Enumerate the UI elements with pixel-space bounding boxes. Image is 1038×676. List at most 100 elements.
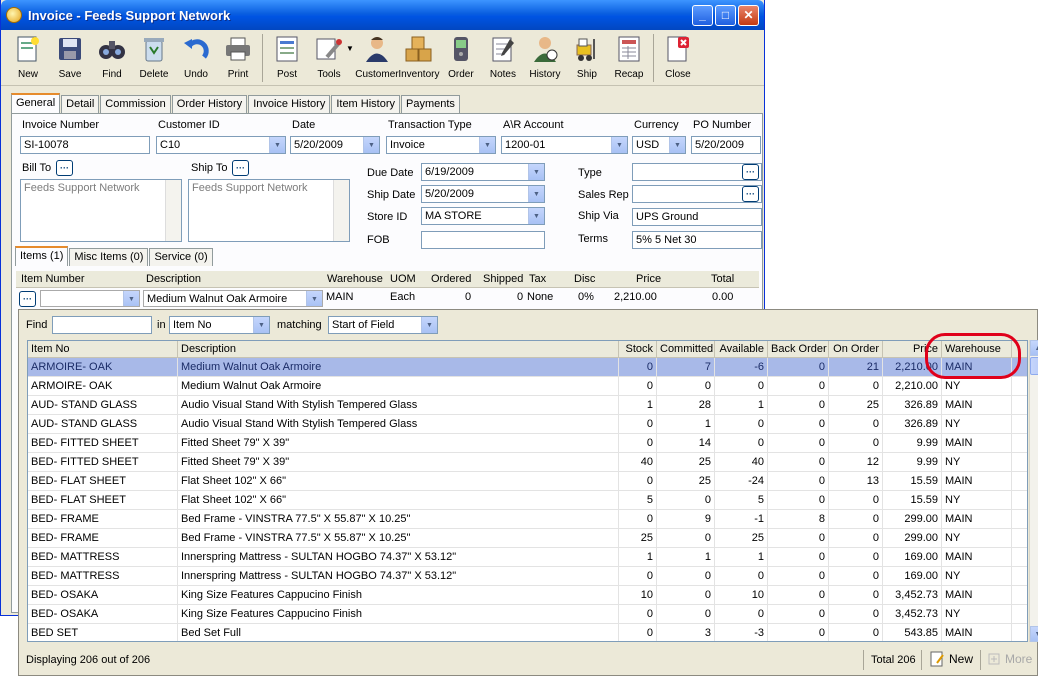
cell-available[interactable]: -6 [715,358,768,376]
cell-price[interactable]: 299.00 [883,510,942,528]
cell-available[interactable]: 0 [715,605,768,623]
cell-on-order[interactable]: 0 [829,567,883,585]
cell-price[interactable]: 543.85 [883,624,942,641]
cell-available[interactable]: -24 [715,472,768,490]
cell-available[interactable]: 10 [715,586,768,604]
po-number-field[interactable]: 5/20/2009 [691,136,761,154]
cell-stock[interactable]: 0 [619,434,657,452]
currency-combo[interactable]: USD ▼ [632,136,686,154]
item-description-combo[interactable]: Medium Walnut Oak Armoire ▼ [143,290,323,307]
chevron-down-icon[interactable]: ▼ [611,137,627,153]
cell-on-order[interactable]: 25 [829,396,883,414]
cell-stock[interactable]: 0 [619,567,657,585]
cell-back-order[interactable]: 0 [768,377,829,395]
cell-price[interactable]: 169.00 [883,567,942,585]
col-shipped[interactable]: Shipped [483,273,523,285]
items-table-row[interactable]: ··· ▼ Medium Walnut Oak Armoire ▼ MAIN Ea… [16,289,759,308]
cell-item-no[interactable]: BED- OSAKA [28,586,178,604]
cell-committed[interactable]: 28 [657,396,715,414]
cell-description[interactable]: Bed Set Full [178,624,619,641]
cell-stock[interactable]: 40 [619,453,657,471]
cell-back-order[interactable]: 0 [768,453,829,471]
chevron-down-icon[interactable]: ▼ [528,208,544,224]
due-date-combo[interactable]: 6/19/2009 ▼ [421,163,545,181]
cell-back-order[interactable]: 8 [768,510,829,528]
ar-account-combo[interactable]: 1200-01 ▼ [501,136,628,154]
cell-on-order[interactable]: 0 [829,548,883,566]
cell-stock[interactable]: 0 [619,358,657,376]
cell-item-no[interactable]: BED- FLAT SHEET [28,472,178,490]
cell-price[interactable]: 9.99 [883,453,942,471]
cell-on-order[interactable]: 0 [829,529,883,547]
history-button[interactable]: History [524,34,566,80]
fob-field[interactable] [421,231,545,249]
cell-available[interactable]: 25 [715,529,768,547]
tab-payments[interactable]: Payments [401,95,460,113]
tab-service[interactable]: Service (0) [149,248,213,266]
grid-col-item-no[interactable]: Item No [28,341,178,358]
cell-description[interactable]: King Size Features Cappucino Finish [178,586,619,604]
cell-committed[interactable]: 1 [657,548,715,566]
ship-via-field[interactable]: UPS Ground [632,208,762,226]
cell-available[interactable]: -1 [715,510,768,528]
scroll-up-icon[interactable]: ▲ [1030,340,1038,356]
type-lookup-button[interactable]: ··· [742,164,759,180]
cell-back-order[interactable]: 0 [768,567,829,585]
find-button[interactable]: Find [91,34,133,80]
order-button[interactable]: Order [440,34,482,80]
cell-stock[interactable]: 5 [619,491,657,509]
table-row[interactable]: BED- MATTRESS Innerspring Mattress - SULT… [28,548,1027,567]
cell-back-order[interactable]: 0 [768,396,829,414]
item-number-combo[interactable]: ▼ [40,290,140,307]
cell-on-order[interactable]: 0 [829,434,883,452]
cell-committed[interactable]: 0 [657,377,715,395]
cell-back-order[interactable]: 0 [768,605,829,623]
post-button[interactable]: Post [266,34,308,80]
ship-button[interactable]: Ship [566,34,608,80]
table-row[interactable]: BED SET Bed Set Full 0 3 -3 0 0 543.85 MAIN [28,624,1027,641]
cell-price[interactable]: 15.59 [883,491,942,509]
cell-description[interactable]: Innerspring Mattress - SULTAN HOGBO 74.3… [178,567,619,585]
search-field-combo[interactable]: Item No ▼ [169,316,270,334]
cell-on-order[interactable]: 0 [829,624,883,641]
cell-on-order[interactable]: 0 [829,510,883,528]
bill-to-scrollbar[interactable] [165,180,181,241]
cell-back-order[interactable]: 0 [768,472,829,490]
cell-back-order[interactable]: 0 [768,529,829,547]
cell-description[interactable]: Bed Frame - VINSTRA 77.5" X 55.87" X 10.… [178,510,619,528]
table-row[interactable]: BED- OSAKA King Size Features Cappucino F… [28,605,1027,624]
cell-item-no[interactable]: BED- OSAKA [28,605,178,623]
cell-available[interactable]: 5 [715,491,768,509]
cell-description[interactable]: Flat Sheet 102" X 66" [178,491,619,509]
cell-item-no[interactable]: BED- MATTRESS [28,548,178,566]
cell-description[interactable]: Innerspring Mattress - SULTAN HOGBO 74.3… [178,548,619,566]
cell-committed[interactable]: 1 [657,415,715,433]
date-combo[interactable]: 5/20/2009 ▼ [290,136,380,154]
table-row[interactable]: BED- FITTED SHEET Fitted Sheet 79" X 39" 0… [28,434,1027,453]
cell-on-order[interactable]: 0 [829,491,883,509]
cell-on-order[interactable]: 21 [829,358,883,376]
undo-button[interactable]: Undo [175,34,217,80]
cell-on-order[interactable]: 0 [829,377,883,395]
cell-item-no[interactable]: AUD- STAND GLASS [28,396,178,414]
col-item-number[interactable]: Item Number [21,273,85,285]
cell-warehouse[interactable]: NY [942,377,1012,395]
print-button[interactable]: Print [217,34,259,80]
store-id-combo[interactable]: MA STORE ▼ [421,207,545,225]
cell-item-no[interactable]: BED- FLAT SHEET [28,491,178,509]
notes-button[interactable]: Notes [482,34,524,80]
ship-to-scrollbar[interactable] [333,180,349,241]
grid-col-on-order[interactable]: On Order [829,341,883,358]
more-button[interactable]: More [986,651,1032,667]
col-uom[interactable]: UOM [390,273,416,285]
table-row[interactable]: AUD- STAND GLASS Audio Visual Stand With … [28,396,1027,415]
grid-col-description[interactable]: Description [178,341,619,358]
cell-description[interactable]: Fitted Sheet 79" X 39" [178,434,619,452]
cell-committed[interactable]: 25 [657,472,715,490]
tab-order-history[interactable]: Order History [171,95,248,113]
table-row[interactable]: BED- FLAT SHEET Flat Sheet 102" X 66" 0 25-… [28,472,1027,491]
cell-warehouse[interactable]: MAIN [942,434,1012,452]
cell-warehouse[interactable]: MAIN [942,586,1012,604]
item-uom[interactable]: Each [390,291,415,303]
cell-available[interactable]: 0 [715,434,768,452]
